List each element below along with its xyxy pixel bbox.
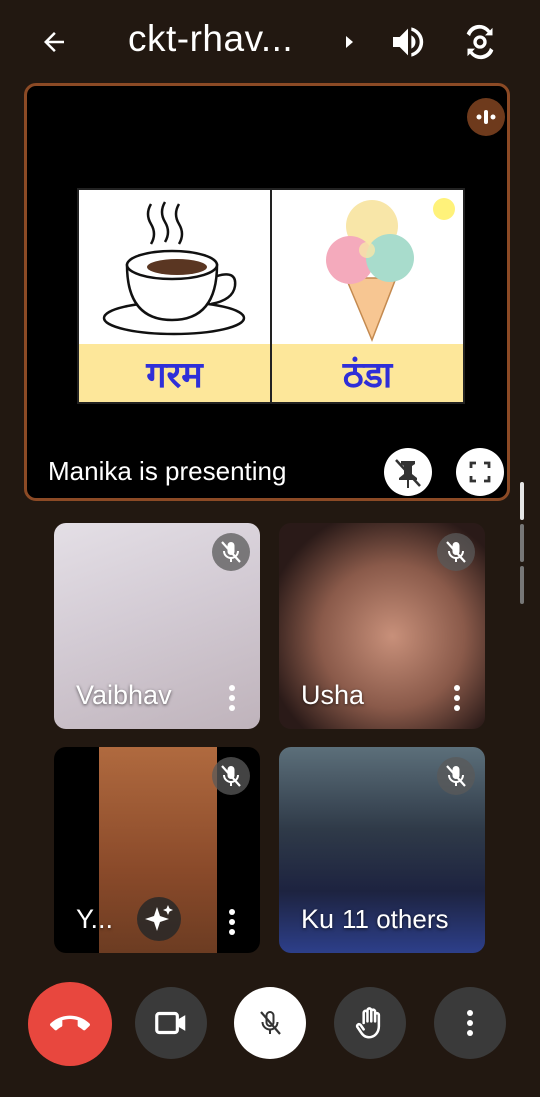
ice-cream-image bbox=[272, 190, 463, 346]
chevron-right-icon[interactable] bbox=[340, 30, 360, 54]
participant-name: Usha bbox=[301, 680, 365, 710]
more-options-button[interactable] bbox=[434, 987, 506, 1059]
mic-off-icon bbox=[437, 533, 475, 571]
unpin-button[interactable] bbox=[384, 448, 432, 496]
mic-toggle-button[interactable] bbox=[234, 987, 306, 1059]
participant-name: Ku bbox=[301, 904, 335, 934]
fullscreen-button[interactable] bbox=[456, 448, 504, 496]
participant-tile[interactable]: Usha bbox=[279, 523, 485, 729]
hot-coffee-image bbox=[79, 190, 270, 346]
camera-icon bbox=[155, 1011, 186, 1035]
participant-name: Y... bbox=[76, 904, 114, 934]
scroll-track-segment bbox=[520, 566, 524, 604]
slide-panel-hot: गरम bbox=[77, 188, 272, 404]
audio-indicator-icon bbox=[467, 98, 505, 136]
camera-button[interactable] bbox=[135, 987, 207, 1059]
speaker-icon bbox=[393, 27, 424, 57]
end-call-button[interactable] bbox=[28, 982, 112, 1066]
raise-hand-icon bbox=[355, 1007, 381, 1039]
participant-tile[interactable]: Vaibhav bbox=[54, 523, 260, 729]
slide-word-hot: गरम bbox=[79, 344, 270, 402]
mic-off-icon bbox=[212, 533, 250, 571]
slide-word-cold: ठंडा bbox=[272, 344, 463, 402]
shared-slide: गरम ठंडा bbox=[77, 188, 465, 404]
switch-camera-icon bbox=[466, 24, 494, 60]
presenting-status: Manika is presenting bbox=[48, 456, 287, 486]
more-vert-icon[interactable] bbox=[226, 683, 238, 713]
speaker-button[interactable] bbox=[388, 22, 428, 62]
mic-off-icon bbox=[212, 757, 250, 795]
meeting-title[interactable]: ckt-rhav... bbox=[128, 18, 293, 60]
scroll-thumb[interactable] bbox=[520, 482, 524, 520]
more-vert-icon[interactable] bbox=[451, 683, 463, 713]
scroll-track-segment bbox=[520, 524, 524, 562]
participant-name: Vaibhav bbox=[76, 680, 172, 710]
raise-hand-button[interactable] bbox=[334, 987, 406, 1059]
top-bar: ckt-rhav... bbox=[0, 0, 540, 84]
mic-off-icon bbox=[260, 1011, 281, 1035]
presentation-tile[interactable]: गरम ठंडा Manika is presenting bbox=[24, 83, 510, 501]
effects-sparkle-icon[interactable] bbox=[137, 897, 181, 941]
more-vert-icon[interactable] bbox=[226, 907, 238, 937]
switch-camera-button[interactable] bbox=[460, 22, 500, 62]
mic-off-icon bbox=[437, 757, 475, 795]
back-arrow-icon bbox=[44, 32, 64, 52]
others-count-label: 11 others bbox=[342, 904, 449, 934]
unpin-icon bbox=[395, 459, 421, 488]
back-button[interactable] bbox=[34, 22, 74, 62]
participant-tile[interactable]: Y... bbox=[54, 747, 260, 953]
slide-corner-icon bbox=[433, 198, 455, 220]
fullscreen-icon bbox=[469, 461, 491, 483]
participant-tile-others[interactable]: Ku 11 others bbox=[279, 747, 485, 953]
end-call-icon bbox=[50, 1015, 90, 1031]
more-options-icon bbox=[467, 1010, 473, 1036]
slide-panel-cold: ठंडा bbox=[272, 188, 465, 404]
